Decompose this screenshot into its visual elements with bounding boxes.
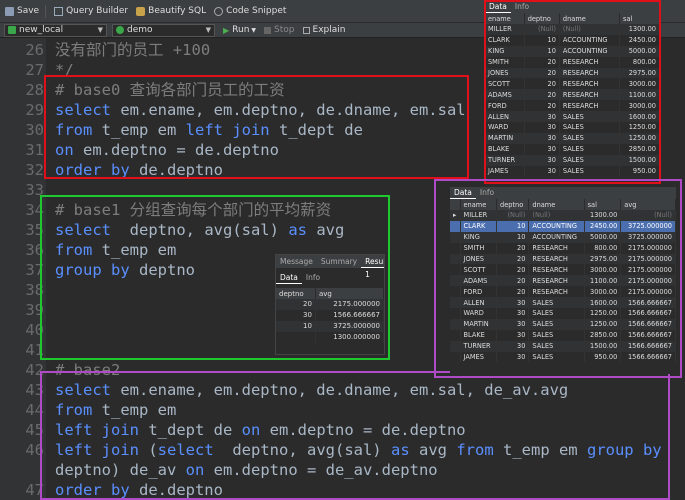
- stop-button[interactable]: Stop: [264, 25, 295, 35]
- play-icon: ▶: [223, 25, 230, 35]
- table-cell[interactable]: 1566.666667: [315, 309, 384, 321]
- line-number: 38: [25, 281, 44, 299]
- tab-message[interactable]: Message: [276, 255, 317, 268]
- code-text: 没有部门的员工 +100: [55, 40, 210, 60]
- table-cell[interactable]: 30: [276, 309, 316, 321]
- line-number: 32: [25, 161, 44, 179]
- table-cell[interactable]: [276, 331, 316, 343]
- line-number: 34: [25, 201, 44, 219]
- toolbar-divider: [45, 4, 47, 18]
- table-cell[interactable]: 3725.000000: [315, 320, 384, 332]
- tab-result-1[interactable]: Result 1: [361, 255, 384, 279]
- line-number: 40: [25, 321, 44, 339]
- table-row[interactable]: 20 2175.000000: [276, 299, 384, 310]
- database-select[interactable]: demo ▼: [112, 23, 215, 37]
- line-number: 28: [25, 81, 44, 99]
- query-builder-icon: [54, 6, 64, 16]
- beautify-sql-button[interactable]: Beautify SQL: [136, 6, 206, 16]
- table-cell[interactable]: 1300.000000: [315, 331, 384, 343]
- line-number: 47: [25, 481, 44, 499]
- line-number: 29: [25, 101, 44, 119]
- line-number: 31: [25, 141, 44, 159]
- column-header[interactable]: deptno: [276, 288, 316, 299]
- result-base2-highlight-box: [434, 179, 682, 378]
- sql-comment: 没有部门的员工 +100: [55, 41, 211, 59]
- line-number: 26: [25, 41, 44, 59]
- line-number: 33: [25, 181, 44, 199]
- line-number: 36: [25, 241, 44, 259]
- tab-info[interactable]: Info: [302, 272, 324, 284]
- query-builder-button[interactable]: Query Builder: [54, 6, 128, 16]
- line-number: 41: [25, 341, 44, 359]
- line-number: 35: [25, 221, 44, 239]
- table-row[interactable]: 30 1566.666667: [276, 309, 384, 321]
- line-number: 27: [25, 61, 44, 79]
- run-button[interactable]: ▶ Run ▼: [223, 25, 256, 35]
- code-snippet-button[interactable]: Code Snippet: [214, 6, 286, 16]
- base2-highlight-box: [40, 371, 670, 500]
- line-number: 42: [25, 361, 44, 379]
- explain-icon: [302, 26, 310, 34]
- line-number: 46: [25, 441, 44, 459]
- table-row[interactable]: 1300.000000: [276, 331, 384, 343]
- connection-select[interactable]: new_local ▼: [4, 23, 107, 37]
- result-base0-highlight-box: [484, 0, 661, 184]
- connection-icon: [8, 26, 16, 34]
- tab-data[interactable]: Data: [276, 272, 302, 284]
- column-header[interactable]: avg: [315, 288, 384, 299]
- line-number: 45: [25, 421, 44, 439]
- beautify-icon: [136, 6, 146, 16]
- base0-highlight-box: [44, 75, 469, 179]
- line-number: 44: [25, 401, 44, 419]
- result-top-tabs: Message Summary Result 1: [276, 255, 384, 279]
- line-number: 37: [25, 261, 44, 279]
- save-button[interactable]: Save: [5, 6, 39, 16]
- table-header-row: deptno avg: [276, 288, 384, 299]
- chevron-down-icon: ▼: [205, 26, 211, 34]
- line-number: 30: [25, 121, 44, 139]
- code-snippet-icon: [214, 6, 224, 16]
- line-number: 39: [25, 301, 44, 319]
- result-grid[interactable]: deptno avg 20 2175.000000 30 1566.666667 10 372…: [276, 288, 384, 343]
- table-cell[interactable]: 2175.000000: [315, 299, 384, 310]
- stop-icon: [264, 26, 272, 34]
- table-row[interactable]: 10 3725.000000: [276, 320, 384, 332]
- save-icon: [5, 6, 14, 16]
- chevron-down-icon: ▼: [97, 26, 103, 34]
- result-panel-base1: Message Summary Result 1 Data Info deptn…: [275, 254, 385, 355]
- table-cell[interactable]: 20: [276, 299, 316, 310]
- explain-button[interactable]: Explain: [302, 25, 345, 35]
- tab-summary[interactable]: Summary: [317, 255, 361, 268]
- table-cell[interactable]: 10: [276, 320, 316, 332]
- chevron-down-icon: ▼: [251, 26, 257, 34]
- line-number: 43: [25, 381, 44, 399]
- database-icon: [116, 26, 124, 34]
